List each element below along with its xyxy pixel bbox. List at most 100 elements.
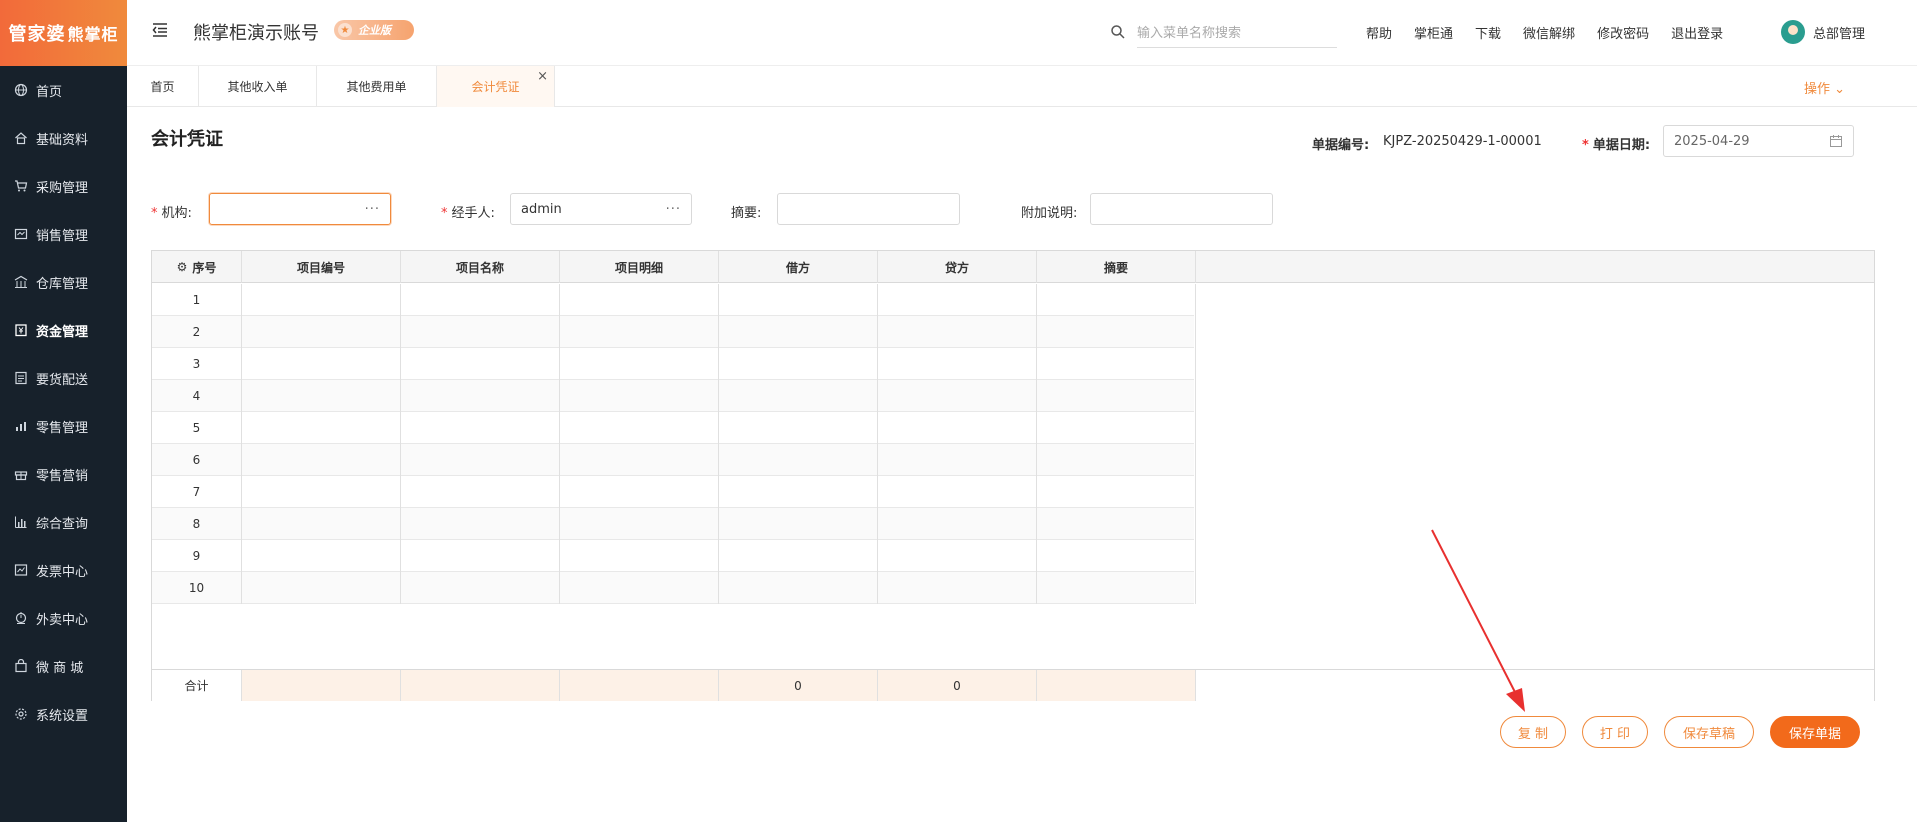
table-cell[interactable] bbox=[242, 380, 401, 412]
table-cell[interactable] bbox=[242, 508, 401, 540]
top-link[interactable]: 微信解绑 bbox=[1523, 23, 1575, 42]
table-cell[interactable] bbox=[878, 284, 1037, 316]
table-cell[interactable] bbox=[878, 316, 1037, 348]
table-cell[interactable] bbox=[1037, 316, 1196, 348]
top-link[interactable]: 帮助 bbox=[1366, 23, 1392, 42]
tab-other-income[interactable]: 其他收入单 bbox=[199, 66, 317, 107]
sidebar-item[interactable]: 资金管理 bbox=[0, 306, 127, 354]
doc-date-picker[interactable]: 2025-04-29 bbox=[1663, 125, 1854, 157]
table-cell[interactable] bbox=[242, 316, 401, 348]
close-icon[interactable]: × bbox=[537, 69, 548, 84]
table-cell[interactable] bbox=[401, 508, 560, 540]
menu-search-input[interactable] bbox=[1137, 20, 1337, 48]
table-cell[interactable] bbox=[242, 444, 401, 476]
copy-button[interactable]: 复 制 bbox=[1500, 716, 1566, 748]
table-cell[interactable] bbox=[719, 444, 878, 476]
sidebar-item[interactable]: 要货配送 bbox=[0, 354, 127, 402]
sidebar-item[interactable]: 零售营销 bbox=[0, 450, 127, 498]
handler-field[interactable]: admin ··· bbox=[510, 193, 692, 225]
table-cell[interactable] bbox=[1037, 572, 1196, 604]
table-cell[interactable] bbox=[1037, 348, 1196, 380]
table-cell[interactable] bbox=[1037, 540, 1196, 572]
table-cell[interactable] bbox=[401, 284, 560, 316]
summary-input[interactable] bbox=[777, 193, 960, 225]
table-cell[interactable] bbox=[560, 316, 719, 348]
tab-home[interactable]: 首页 bbox=[127, 66, 199, 107]
table-cell[interactable] bbox=[560, 444, 719, 476]
save-draft-button[interactable]: 保存草稿 bbox=[1664, 716, 1754, 748]
org-field[interactable]: ··· bbox=[209, 193, 391, 225]
top-link[interactable]: 退出登录 bbox=[1671, 23, 1723, 42]
sidebar-item[interactable]: 采购管理 bbox=[0, 162, 127, 210]
table-cell[interactable] bbox=[1037, 284, 1196, 316]
table-cell[interactable] bbox=[560, 572, 719, 604]
table-cell[interactable] bbox=[719, 412, 878, 444]
table-cell[interactable] bbox=[242, 476, 401, 508]
table-cell[interactable] bbox=[878, 572, 1037, 604]
table-cell[interactable] bbox=[719, 572, 878, 604]
table-cell[interactable] bbox=[719, 316, 878, 348]
top-link[interactable]: 下载 bbox=[1475, 23, 1501, 42]
table-cell[interactable] bbox=[560, 476, 719, 508]
table-cell[interactable] bbox=[401, 412, 560, 444]
operations-dropdown[interactable]: 操作 ⌄ bbox=[1804, 78, 1845, 97]
more-icon[interactable]: ··· bbox=[365, 202, 380, 217]
tab-accounting-voucher[interactable]: 会计凭证 × bbox=[437, 66, 555, 107]
table-cell[interactable] bbox=[401, 572, 560, 604]
save-button[interactable]: 保存单据 bbox=[1770, 716, 1860, 748]
sidebar-item[interactable]: 首页 bbox=[0, 66, 127, 114]
table-cell[interactable] bbox=[242, 348, 401, 380]
table-cell[interactable] bbox=[1037, 380, 1196, 412]
sidebar-item[interactable]: 外卖中心 bbox=[0, 594, 127, 642]
table-cell[interactable] bbox=[560, 412, 719, 444]
table-cell[interactable] bbox=[878, 412, 1037, 444]
table-cell[interactable] bbox=[878, 380, 1037, 412]
table-cell[interactable] bbox=[242, 572, 401, 604]
print-button[interactable]: 打 印 bbox=[1582, 716, 1648, 748]
table-cell[interactable] bbox=[1037, 444, 1196, 476]
table-cell[interactable] bbox=[401, 380, 560, 412]
table-cell[interactable] bbox=[560, 348, 719, 380]
table-cell[interactable] bbox=[560, 284, 719, 316]
table-cell[interactable] bbox=[719, 348, 878, 380]
table-cell[interactable] bbox=[242, 284, 401, 316]
table-cell[interactable] bbox=[878, 540, 1037, 572]
sidebar-item[interactable]: 基础资料 bbox=[0, 114, 127, 162]
search-icon[interactable] bbox=[1110, 24, 1126, 40]
table-cell[interactable] bbox=[878, 476, 1037, 508]
sidebar-item[interactable]: 微 商 城 bbox=[0, 642, 127, 690]
sidebar-item[interactable]: 零售管理 bbox=[0, 402, 127, 450]
avatar[interactable] bbox=[1781, 20, 1805, 44]
sidebar-item[interactable]: 综合查询 bbox=[0, 498, 127, 546]
table-cell[interactable] bbox=[242, 540, 401, 572]
table-cell[interactable] bbox=[878, 444, 1037, 476]
note-input[interactable] bbox=[1090, 193, 1273, 225]
table-cell[interactable] bbox=[560, 380, 719, 412]
table-cell[interactable] bbox=[560, 540, 719, 572]
table-cell[interactable] bbox=[1037, 412, 1196, 444]
table-cell[interactable] bbox=[878, 348, 1037, 380]
sidebar-item[interactable]: 仓库管理 bbox=[0, 258, 127, 306]
table-cell[interactable] bbox=[719, 540, 878, 572]
menu-toggle-icon[interactable] bbox=[151, 21, 169, 39]
table-cell[interactable] bbox=[401, 476, 560, 508]
table-cell[interactable] bbox=[719, 284, 878, 316]
table-cell[interactable] bbox=[401, 540, 560, 572]
user-name[interactable]: 总部管理 bbox=[1813, 23, 1865, 42]
table-cell[interactable] bbox=[401, 444, 560, 476]
sidebar-item[interactable]: 发票中心 bbox=[0, 546, 127, 594]
column-settings-icon[interactable]: ⚙ bbox=[177, 260, 188, 274]
table-cell[interactable] bbox=[401, 348, 560, 380]
table-cell[interactable] bbox=[719, 476, 878, 508]
table-cell[interactable] bbox=[1037, 508, 1196, 540]
more-icon[interactable]: ··· bbox=[666, 202, 681, 217]
top-link[interactable]: 掌柜通 bbox=[1414, 23, 1453, 42]
sidebar-item[interactable]: 系统设置 bbox=[0, 690, 127, 738]
table-cell[interactable] bbox=[242, 412, 401, 444]
sidebar-item[interactable]: 销售管理 bbox=[0, 210, 127, 258]
table-cell[interactable] bbox=[878, 508, 1037, 540]
table-cell[interactable] bbox=[719, 380, 878, 412]
user-menu[interactable]: 总部管理 bbox=[1781, 20, 1865, 44]
table-cell[interactable] bbox=[401, 316, 560, 348]
tab-other-expense[interactable]: 其他费用单 bbox=[317, 66, 437, 107]
